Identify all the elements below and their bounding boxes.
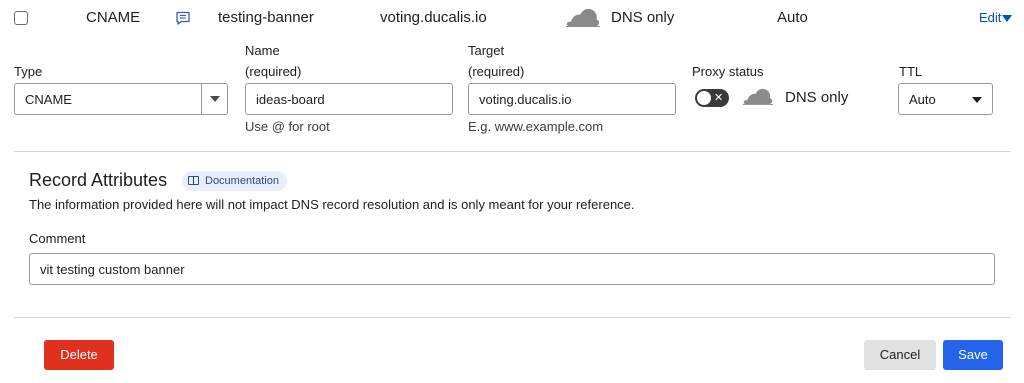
record-name: testing-banner	[218, 9, 314, 26]
record-proxy-status: DNS only	[611, 9, 675, 26]
record-attributes-title: Record Attributes	[29, 170, 168, 190]
target-hint: E.g. www.example.com	[468, 119, 604, 134]
proxy-status-label: Proxy status	[692, 64, 764, 79]
record-content: voting.ducalis.io	[380, 9, 487, 26]
record-type: CNAME	[86, 9, 141, 26]
section-divider	[14, 151, 1011, 152]
edit-record-link[interactable]: Edit	[979, 10, 1013, 25]
target-input[interactable]	[468, 83, 676, 115]
save-button[interactable]: Save	[943, 340, 1003, 370]
comment-icon	[176, 11, 190, 25]
ttl-select-value: Auto	[909, 92, 936, 107]
record-ttl: Auto	[777, 9, 808, 26]
caret-down-icon	[1002, 15, 1013, 23]
toggle-knob	[697, 91, 711, 105]
name-input[interactable]	[245, 83, 453, 115]
edit-label: Edit	[979, 10, 1002, 25]
cloud-icon	[743, 88, 773, 105]
record-attributes-description: The information provided here will not i…	[29, 197, 635, 212]
type-select[interactable]: CNAME	[14, 83, 228, 115]
select-divider	[201, 84, 202, 114]
record-select-checkbox[interactable]	[14, 11, 28, 25]
comment-label: Comment	[29, 231, 86, 246]
ttl-select[interactable]: Auto	[898, 83, 993, 115]
footer-divider	[14, 317, 1011, 318]
proxy-status-value: DNS only	[785, 89, 849, 106]
ttl-label: TTL	[899, 64, 923, 79]
proxy-toggle[interactable]: ✕	[695, 89, 729, 107]
dns-record-row: CNAME testing-banner voting.ducalis.io D…	[0, 0, 1024, 36]
chevron-down-icon	[972, 97, 982, 103]
target-required-label: (required)	[468, 64, 525, 79]
type-label: Type	[14, 64, 43, 79]
name-label: Name	[245, 43, 280, 58]
cloud-icon	[566, 8, 600, 27]
close-icon: ✕	[714, 92, 724, 104]
chevron-down-icon	[210, 96, 220, 102]
type-select-value: CNAME	[25, 92, 72, 107]
name-required-label: (required)	[245, 64, 302, 79]
delete-button[interactable]: Delete	[44, 340, 114, 370]
target-label: Target	[468, 43, 505, 58]
comment-input[interactable]	[29, 253, 995, 285]
book-icon	[188, 176, 199, 185]
documentation-link[interactable]: Documentation	[182, 171, 287, 191]
cancel-button[interactable]: Cancel	[864, 340, 936, 370]
documentation-label: Documentation	[205, 175, 279, 187]
name-hint: Use @ for root	[245, 119, 330, 134]
